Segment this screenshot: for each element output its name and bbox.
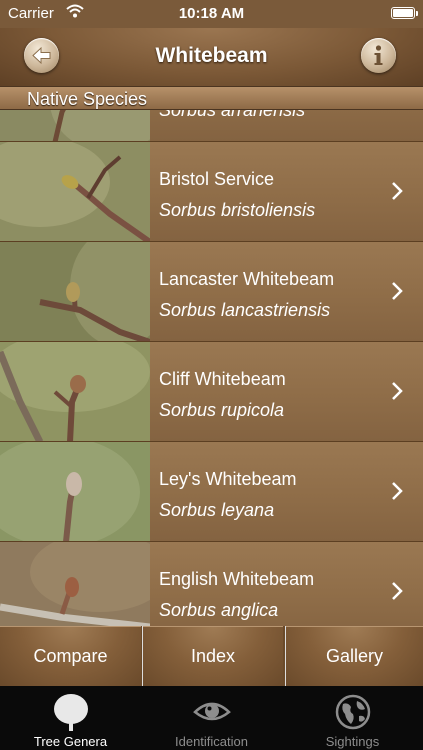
species-thumbnail (0, 342, 150, 441)
species-row[interactable]: Ley's Whitebeam Sorbus leyana (0, 442, 423, 542)
species-common-name: Ley's Whitebeam (159, 469, 297, 489)
section-title: Native Species (27, 89, 148, 109)
species-thumbnail (0, 242, 150, 341)
status-bar: Carrier 10:18 AM (0, 0, 423, 28)
compare-button[interactable]: Compare (0, 626, 141, 686)
species-common-name: English Whitebeam (159, 569, 315, 589)
species-thumbnail (0, 442, 150, 541)
section-header: Native Species (0, 86, 423, 110)
species-common-name: Bristol Service (159, 169, 275, 189)
species-common-name: Cliff Whitebeam (159, 369, 286, 389)
species-thumbnail (0, 142, 150, 241)
action-bar: Compare Index Gallery (0, 626, 423, 686)
chevron-right-icon (392, 382, 403, 400)
species-latin-name: Sorbus bristoliensis (159, 200, 316, 220)
navigation-bar: Whitebeam (0, 28, 423, 86)
tab-label: Tree Genera (33, 734, 108, 749)
chevron-right-icon (392, 482, 403, 500)
tab-sightings[interactable]: Sightings (282, 686, 423, 750)
species-row[interactable]: Lancaster Whitebeam Sorbus lancastriensi… (0, 242, 423, 342)
species-row[interactable]: Cliff Whitebeam Sorbus rupicola (0, 342, 423, 442)
tab-label: Sightings (325, 734, 380, 749)
eye-icon (192, 702, 231, 721)
battery-icon (391, 7, 418, 19)
species-row[interactable]: Sorbus arranensis (0, 110, 423, 142)
species-latin-name: Sorbus rupicola (159, 400, 285, 420)
species-latin-name: Sorbus lancastriensis (159, 300, 331, 320)
chevron-right-icon (392, 582, 403, 600)
species-thumbnail (0, 110, 150, 141)
chevron-right-icon (392, 182, 403, 200)
globe-icon (335, 694, 370, 730)
tab-label: Identification (175, 734, 248, 749)
species-common-name: Lancaster Whitebeam (159, 269, 335, 289)
species-latin-name: Sorbus anglica (159, 600, 279, 620)
species-thumbnail (0, 542, 150, 626)
info-button[interactable] (361, 38, 396, 73)
index-button[interactable]: Index (142, 626, 283, 686)
species-latin-name: Sorbus arranensis (159, 110, 306, 120)
species-list[interactable]: Sorbus arranensis Bristol Service Sorbus… (0, 110, 423, 626)
info-icon (374, 45, 383, 65)
tab-bar: Tree Genera Identification Sightings (0, 686, 423, 750)
tab-tree-genera[interactable]: Tree Genera (0, 686, 141, 750)
clock: 10:18 AM (178, 5, 245, 22)
gallery-button[interactable]: Gallery (285, 626, 423, 686)
chevron-right-icon (392, 282, 403, 300)
page-title: Whitebeam (155, 44, 268, 67)
tree-icon (53, 694, 88, 731)
species-latin-name: Sorbus leyana (159, 500, 275, 520)
tab-identification[interactable]: Identification (141, 686, 282, 750)
species-row[interactable]: Bristol Service Sorbus bristoliensis (0, 142, 423, 242)
species-row[interactable]: English Whitebeam Sorbus anglica (0, 542, 423, 626)
